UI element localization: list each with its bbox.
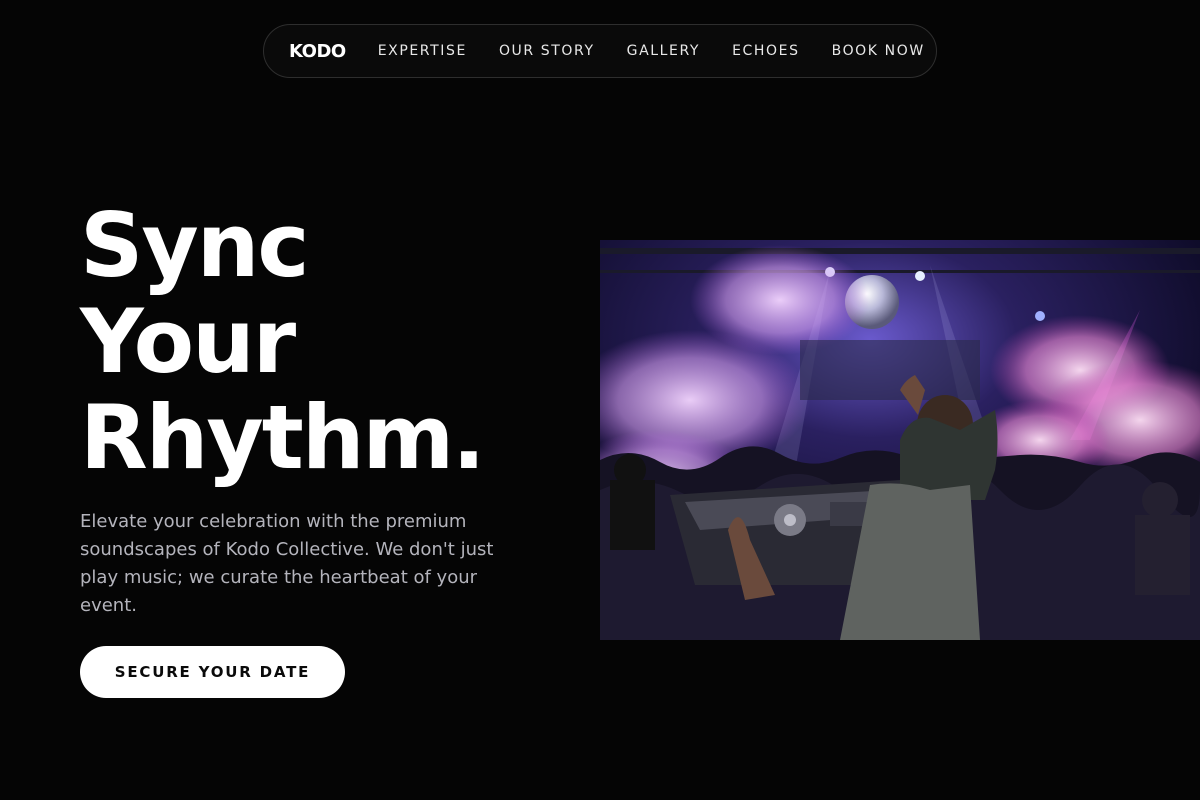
nav-link-expertise[interactable]: EXPERTISE xyxy=(378,43,467,59)
page: KODO EXPERTISE OUR STORY GALLERY ECHOES … xyxy=(0,0,1200,800)
hero-title: Sync Your Rhythm. xyxy=(80,194,486,489)
logo[interactable]: KODO xyxy=(289,41,346,62)
hero-description: Elevate your celebration with the premiu… xyxy=(80,511,494,616)
hero-image xyxy=(600,240,1200,640)
nav-link-echoes[interactable]: ECHOES xyxy=(732,43,800,59)
hero-title-line: Your xyxy=(80,290,296,393)
hero-title-line: Sync xyxy=(80,194,310,297)
top-nav: KODO EXPERTISE OUR STORY GALLERY ECHOES … xyxy=(263,24,937,78)
nav-link-book-now[interactable]: BOOK NOW xyxy=(832,43,925,59)
hero-title-line: Rhythm. xyxy=(80,386,486,489)
secure-date-button[interactable]: SECURE YOUR DATE xyxy=(80,646,345,698)
nav-link-gallery[interactable]: GALLERY xyxy=(627,43,700,59)
nav-link-our-story[interactable]: OUR STORY xyxy=(499,43,595,59)
